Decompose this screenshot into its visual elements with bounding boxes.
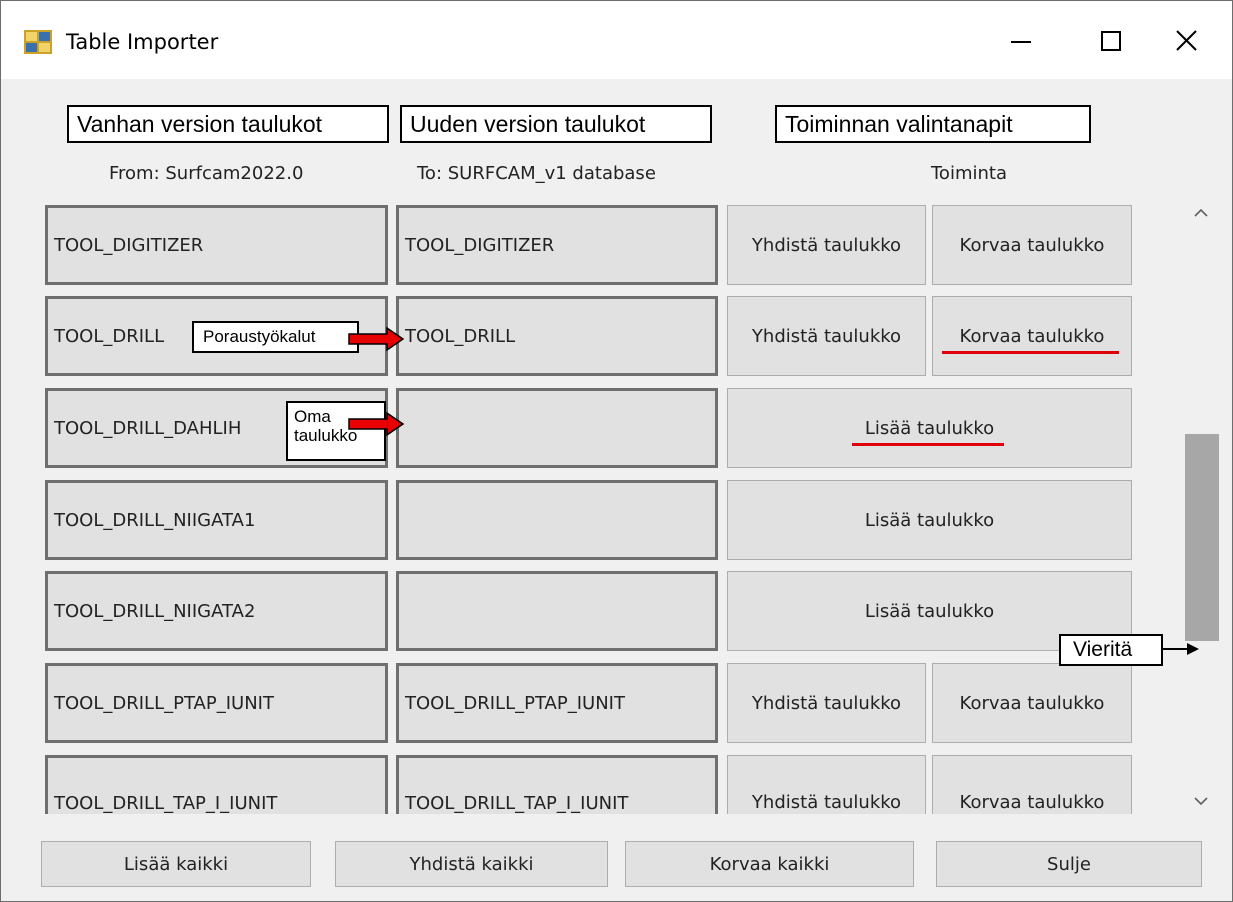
target-table-button[interactable] <box>396 480 718 560</box>
source-table-button[interactable]: TOOL_DRILL_TAP_I_IUNIT <box>45 755 388 814</box>
table-importer-window: Table Importer Vanhan version taulukot U… <box>0 0 1233 902</box>
source-table-button[interactable]: TOOL_DRILL_PTAP_IUNIT <box>45 663 388 743</box>
close-button[interactable]: Sulje <box>936 841 1202 887</box>
window-title: Table Importer <box>66 30 219 54</box>
add-table-button[interactable]: Lisää taulukko <box>727 480 1132 560</box>
target-table-button[interactable]: TOOL_DRILL <box>396 296 718 376</box>
merge-all-button[interactable]: Yhdistä kaikki <box>335 841 608 887</box>
target-table-button[interactable] <box>396 571 718 651</box>
from-caption: From: Surfcam2022.0 <box>109 163 304 184</box>
minimize-button[interactable] <box>999 19 1049 63</box>
replace-table-button[interactable]: Korvaa taulukko <box>932 755 1132 814</box>
scroll-down-icon[interactable] <box>1182 787 1219 817</box>
action-caption: Toiminta <box>931 163 1007 184</box>
maximize-icon <box>1101 31 1121 51</box>
scroll-up-icon[interactable] <box>1182 197 1219 227</box>
replace-table-button[interactable]: Korvaa taulukko <box>932 205 1132 285</box>
close-icon <box>1176 30 1197 51</box>
source-table-button[interactable]: TOOL_DRILL_NIIGATA2 <box>45 571 388 651</box>
merge-table-button[interactable]: Yhdistä taulukko <box>727 205 926 285</box>
replace-highlight-underline <box>942 351 1119 354</box>
black-arrow-icon <box>1163 643 1199 655</box>
merge-table-button[interactable]: Yhdistä taulukko <box>727 296 926 376</box>
scroll-callout: Vieritä <box>1059 634 1163 666</box>
minimize-icon <box>1011 41 1031 43</box>
table-list: TOOL_DIGITIZER TOOL_DIGITIZER Yhdistä ta… <box>1 197 1181 814</box>
old-tables-callout: Vanhan version taulukot <box>67 105 389 143</box>
maximize-button[interactable] <box>1083 19 1133 63</box>
target-table-button[interactable]: TOOL_DRILL_TAP_I_IUNIT <box>396 755 718 814</box>
new-tables-callout: Uuden version taulukot <box>400 105 712 143</box>
add-all-button[interactable]: Lisää kaikki <box>41 841 311 887</box>
close-window-button[interactable] <box>1162 19 1212 63</box>
source-table-button[interactable]: TOOL_DIGITIZER <box>45 205 388 285</box>
source-table-button[interactable]: TOOL_DRILL_NIIGATA1 <box>45 480 388 560</box>
add-table-button[interactable]: Lisää taulukko <box>727 388 1132 468</box>
to-caption: To: SURFCAM_v1 database <box>417 163 656 184</box>
target-table-button[interactable]: TOOL_DRILL_PTAP_IUNIT <box>396 663 718 743</box>
merge-table-button[interactable]: Yhdistä taulukko <box>727 755 926 814</box>
app-icon <box>24 30 52 54</box>
target-table-button[interactable]: TOOL_DIGITIZER <box>396 205 718 285</box>
replace-table-button[interactable]: Korvaa taulukko <box>932 296 1132 376</box>
replace-all-button[interactable]: Korvaa kaikki <box>625 841 914 887</box>
merge-table-button[interactable]: Yhdistä taulukko <box>727 663 926 743</box>
title-bar: Table Importer <box>1 1 1232 79</box>
drill-tools-callout: Poraustyökalut <box>192 321 359 353</box>
action-buttons-callout: Toiminnan valintanapit <box>775 105 1091 143</box>
scrollbar-thumb[interactable] <box>1185 434 1219 641</box>
vertical-scrollbar[interactable] <box>1182 197 1219 817</box>
red-arrow-icon <box>348 326 405 352</box>
replace-table-button[interactable]: Korvaa taulukko <box>932 663 1132 743</box>
red-arrow-icon <box>348 411 405 437</box>
add-highlight-underline <box>852 443 1004 446</box>
target-table-button[interactable] <box>396 388 718 468</box>
